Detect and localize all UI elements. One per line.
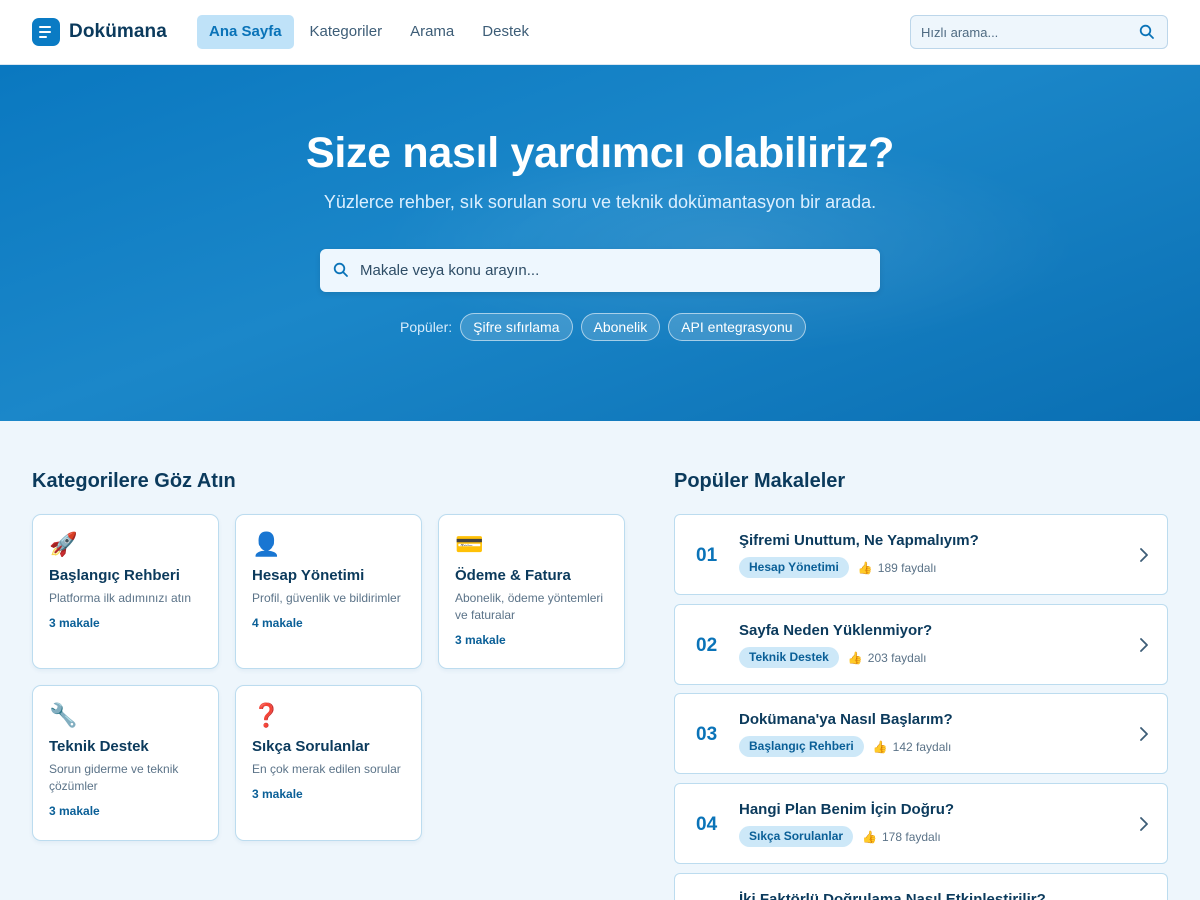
- hero-subtitle: Yüzlerce rehber, sık sorulan soru ve tek…: [323, 192, 877, 212]
- category-description: En çok merak edilen sorular: [252, 762, 401, 776]
- categories-title: Kategorilere Göz Atın: [32, 470, 236, 492]
- article-meta: Sıkça Sorulanlar 👍 178 faydalı: [739, 826, 941, 847]
- nav-item-search[interactable]: Arama: [398, 15, 466, 49]
- article-number: 02: [696, 635, 718, 656]
- category-count: 3 makale: [49, 804, 100, 818]
- nav-item-categories[interactable]: Kategoriler: [298, 15, 395, 49]
- article-meta: Teknik Destek 👍 203 faydalı: [739, 647, 927, 668]
- logo[interactable]: Dokümana: [32, 18, 167, 46]
- article-number: 01: [696, 545, 718, 566]
- category-description: Platforma ilk adımınızı atın: [49, 591, 192, 605]
- article-helpful-count: 203 faydalı: [867, 650, 927, 665]
- popular-chip[interactable]: Abonelik: [580, 313, 661, 341]
- hero-title: Size nasıl yardımcı olabiliriz?: [305, 129, 895, 177]
- popular-chip[interactable]: API entegrasyonu: [668, 313, 806, 341]
- article-number: 03: [696, 724, 718, 745]
- article-row[interactable]: İki Faktörlü Doğrulama Nasıl Etkinleştir…: [674, 873, 1168, 900]
- category-card-account[interactable]: 👤 Hesap Yönetimi Profil, güvenlik ve bil…: [235, 514, 422, 669]
- article-title: Dokümana'ya Nasıl Başlarım?: [739, 711, 953, 728]
- question-icon: ❓: [252, 702, 281, 728]
- category-name: Sıkça Sorulanlar: [252, 738, 370, 755]
- article-category-tag: Teknik Destek: [739, 647, 839, 668]
- thumbs-up-icon: 👍: [862, 829, 877, 844]
- chevron-right-icon: [1139, 726, 1149, 747]
- article-number: 04: [696, 814, 718, 835]
- chevron-right-icon: [1139, 547, 1149, 568]
- chevron-right-icon: [1139, 816, 1149, 837]
- article-row[interactable]: 04 Hangi Plan Benim İçin Doğru? Sıkça So…: [674, 783, 1168, 864]
- popular-searches: Popüler: Şifre sıfırlama Abonelik API en…: [400, 313, 814, 341]
- quick-search: [910, 15, 1168, 49]
- category-count: 3 makale: [49, 616, 100, 630]
- article-category-tag: Başlangıç Rehberi: [739, 736, 864, 757]
- category-name: Başlangıç Rehberi: [49, 567, 180, 584]
- article-helpful-count: 189 faydalı: [877, 560, 937, 575]
- category-name: Ödeme & Fatura: [455, 567, 571, 584]
- popular-articles-title: Popüler Makaleler: [674, 470, 846, 492]
- article-meta: Başlangıç Rehberi 👍 142 faydalı: [739, 736, 951, 757]
- search-icon: [333, 262, 349, 283]
- popular-label: Popüler:: [400, 319, 453, 335]
- category-count: 3 makale: [252, 787, 303, 801]
- rocket-icon: 🚀: [49, 531, 78, 557]
- quick-search-input[interactable]: [911, 16, 1121, 48]
- thumbs-up-icon: 👍: [872, 739, 888, 754]
- article-row[interactable]: 03 Dokümana'ya Nasıl Başlarım? Başlangıç…: [674, 693, 1168, 774]
- hero-section: Size nasıl yardımcı olabiliriz? Yüzlerce…: [0, 65, 1200, 421]
- article-category-tag: Hesap Yönetimi: [739, 557, 849, 578]
- category-card-faq[interactable]: ❓ Sıkça Sorulanlar En çok merak edilen s…: [235, 685, 422, 841]
- article-row[interactable]: 01 Şifremi Unuttum, Ne Yapmalıyım? Hesap…: [674, 514, 1168, 595]
- top-header: Dokümana Ana Sayfa Kategoriler Arama Des…: [0, 0, 1200, 65]
- logo-icon: [32, 18, 60, 46]
- hero-search: [320, 249, 880, 292]
- article-helpful-count: 178 faydalı: [882, 829, 941, 844]
- hero-search-input[interactable]: [360, 249, 860, 292]
- thumbs-up-icon: 👍: [857, 560, 873, 575]
- article-row[interactable]: 02 Sayfa Neden Yüklenmiyor? Teknik Deste…: [674, 604, 1168, 685]
- article-meta: Hesap Yönetimi 👍 189 faydalı: [739, 557, 936, 578]
- thumbs-up-icon: 👍: [847, 650, 863, 665]
- article-title: Hangi Plan Benim İçin Doğru?: [739, 801, 955, 818]
- article-title: İki Faktörlü Doğrulama Nasıl Etkinleştir…: [739, 891, 1046, 900]
- article-category-tag: Sıkça Sorulanlar: [739, 826, 854, 847]
- category-description: Sorun giderme ve teknik çözümler: [49, 762, 179, 793]
- nav-item-home[interactable]: Ana Sayfa: [197, 15, 294, 49]
- article-title: Sayfa Neden Yüklenmiyor?: [739, 622, 933, 639]
- article-helpful-count: 142 faydalı: [892, 739, 952, 754]
- chevron-right-icon: [1139, 637, 1149, 658]
- wrench-icon: 🔧: [49, 702, 78, 728]
- category-description: Abonelik, ödeme yöntemleri ve faturalar: [455, 591, 604, 622]
- popular-chip[interactable]: Şifre sıfırlama: [460, 313, 573, 341]
- category-count: 3 makale: [455, 633, 506, 647]
- logo-text: Dokümana: [69, 21, 167, 42]
- article-title: Şifremi Unuttum, Ne Yapmalıyım?: [739, 532, 979, 549]
- main-nav: Ana Sayfa Kategoriler Arama Destek: [197, 15, 545, 49]
- category-card-getting-started[interactable]: 🚀 Başlangıç Rehberi Platforma ilk adımın…: [32, 514, 219, 669]
- category-name: Hesap Yönetimi: [252, 567, 365, 584]
- search-icon[interactable]: [1139, 24, 1155, 45]
- credit-card-icon: 💳: [455, 531, 484, 557]
- category-card-tech-support[interactable]: 🔧 Teknik Destek Sorun giderme ve teknik …: [32, 685, 219, 841]
- category-card-billing[interactable]: 💳 Ödeme & Fatura Abonelik, ödeme yönteml…: [438, 514, 625, 669]
- nav-item-support[interactable]: Destek: [470, 15, 541, 49]
- category-name: Teknik Destek: [49, 738, 149, 755]
- category-description: Profil, güvenlik ve bildirimler: [252, 591, 401, 605]
- category-count: 4 makale: [252, 616, 303, 630]
- user-icon: 👤: [252, 531, 281, 557]
